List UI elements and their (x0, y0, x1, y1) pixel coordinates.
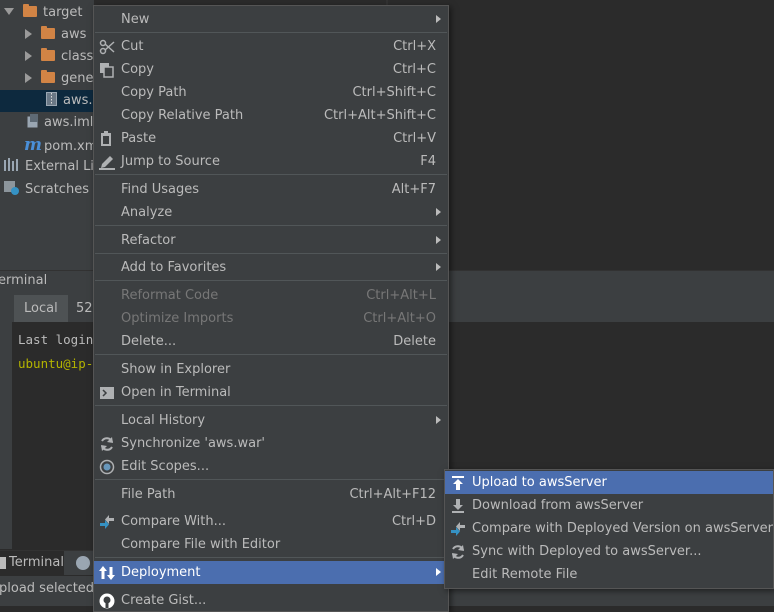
menu-separator (95, 280, 447, 281)
submenu-arrow-icon (436, 208, 441, 216)
menu-item-delete[interactable]: Delete... Delete (94, 330, 448, 353)
menu-item-show-in-explorer[interactable]: Show in Explorer (94, 358, 448, 381)
terminal-tab-local[interactable]: Local (14, 295, 68, 322)
module-file-icon (27, 114, 38, 128)
submenu-item-compare-deployed[interactable]: Compare with Deployed Version on awsServ… (445, 517, 773, 540)
tree-item-generated[interactable]: gene (25, 68, 94, 90)
paste-icon (101, 131, 111, 146)
pencil-icon (99, 156, 115, 170)
tree-item-aws-iml[interactable]: aws.iml (27, 112, 93, 134)
menu-item-copy-relative-path[interactable]: Copy Relative Path Ctrl+Alt+Shift+C (94, 104, 448, 127)
menu-item-open-in-terminal[interactable]: Open in Terminal (94, 381, 448, 404)
folder-icon (41, 70, 55, 83)
submenu-arrow-icon (436, 568, 441, 576)
sync-icon (101, 437, 113, 451)
deployment-submenu: Upload to awsServer Download from awsSer… (444, 469, 774, 589)
scissors-icon (99, 39, 115, 55)
menu-separator (95, 405, 447, 406)
collapse-arrow-icon[interactable] (25, 29, 32, 39)
database-icon[interactable] (76, 556, 90, 570)
menu-item-paste[interactable]: Paste Ctrl+V (94, 127, 448, 150)
terminal-icon (0, 557, 6, 569)
terminal-left-toolbar (0, 322, 12, 549)
sync-icon (452, 545, 464, 559)
library-icon (4, 158, 18, 171)
status-text: pload selected (0, 581, 95, 596)
submenu-item-sync-deployed[interactable]: Sync with Deployed to awsServer... (445, 540, 773, 563)
folder-icon (23, 4, 37, 17)
menu-item-create-gist[interactable]: Create Gist... (94, 589, 448, 612)
tree-item-pom-xml[interactable]: mpom.xml (24, 134, 94, 156)
terminal-icon (100, 387, 114, 399)
project-tree: target aws classe gene aws.w aws.iml mpo… (0, 0, 94, 270)
menu-item-edit-scopes[interactable]: Edit Scopes... (94, 455, 448, 478)
upload-icon (452, 476, 464, 490)
menu-item-file-path[interactable]: File Path Ctrl+Alt+F12 (94, 483, 448, 506)
tree-item-aws[interactable]: aws (25, 24, 86, 46)
menu-item-cut[interactable]: Cut Ctrl+X (94, 35, 448, 58)
copy-icon (100, 63, 114, 78)
scope-icon (99, 459, 115, 475)
menu-item-local-history[interactable]: Local History (94, 409, 448, 432)
menu-item-refactor[interactable]: Refactor (94, 229, 448, 252)
tool-tab-terminal[interactable]: Terminal (0, 551, 64, 576)
menu-item-reformat-code: Reformat Code Ctrl+Alt+L (121, 288, 436, 303)
editor-area (448, 0, 774, 270)
submenu-item-edit-remote-file[interactable]: Edit Remote File (445, 563, 773, 586)
menu-separator (95, 32, 447, 33)
menu-item-compare-file-with-editor[interactable]: Compare File with Editor (94, 533, 448, 556)
collapse-arrow-icon[interactable] (25, 51, 32, 61)
submenu-arrow-icon (436, 15, 441, 23)
menu-item-add-to-favorites[interactable]: Add to Favorites (94, 256, 448, 279)
collapse-arrow-icon[interactable] (25, 73, 32, 83)
download-icon (452, 499, 464, 513)
menu-separator (95, 225, 447, 226)
menu-item-compare-with[interactable]: Compare With... Ctrl+D (94, 510, 448, 533)
tree-item-external-libraries[interactable]: External Lib (4, 156, 94, 178)
compare-icon (100, 515, 114, 529)
tree-item-scratches[interactable]: Scratches a (4, 179, 94, 201)
submenu-item-download[interactable]: Download from awsServer (445, 494, 773, 517)
war-archive-icon (46, 92, 57, 106)
menu-item-analyze[interactable]: Analyze (94, 201, 448, 224)
folder-icon (41, 48, 55, 61)
menu-item-synchronize[interactable]: Synchronize 'aws.war' (94, 432, 448, 455)
submenu-arrow-icon (436, 416, 441, 424)
context-menu: New Cut Ctrl+X Copy Ctrl+C Copy Path Ctrl+S… (93, 5, 449, 612)
folder-icon (41, 26, 55, 39)
terminal-title: erminal (0, 273, 48, 288)
menu-item-copy[interactable]: Copy Ctrl+C (94, 58, 448, 81)
menu-separator (95, 557, 447, 558)
submenu-arrow-icon (436, 236, 441, 244)
tree-item-classes[interactable]: classe (25, 46, 94, 68)
scratches-icon (4, 181, 19, 195)
menu-separator (95, 174, 447, 175)
menu-separator (95, 354, 447, 355)
terminal-line: Last login: (18, 332, 101, 347)
menu-item-copy-path[interactable]: Copy Path Ctrl+Shift+C (94, 81, 448, 104)
menu-separator (95, 479, 447, 480)
menu-item-find-usages[interactable]: Find Usages Alt+F7 (94, 178, 448, 201)
menu-item-new[interactable]: New (94, 8, 448, 31)
menu-item-optimize-imports: Optimize Imports Ctrl+Alt+O (121, 311, 436, 326)
expand-arrow-icon[interactable] (4, 8, 14, 15)
terminal-prompt: ubuntu@ip-1 (18, 356, 101, 371)
menu-item-deployment[interactable]: Deployment (94, 561, 448, 584)
menu-item-jump-to-source[interactable]: Jump to Source F4 (94, 150, 448, 173)
submenu-arrow-icon (436, 263, 441, 271)
tree-item-target[interactable]: target (4, 2, 83, 24)
compare-icon (451, 522, 465, 536)
submenu-item-upload[interactable]: Upload to awsServer (445, 471, 773, 494)
tree-item-aws-war[interactable]: aws.w (0, 90, 94, 112)
github-icon (99, 593, 115, 609)
menu-separator (95, 253, 447, 254)
maven-icon: m (24, 135, 42, 155)
deploy-icon (99, 566, 115, 580)
